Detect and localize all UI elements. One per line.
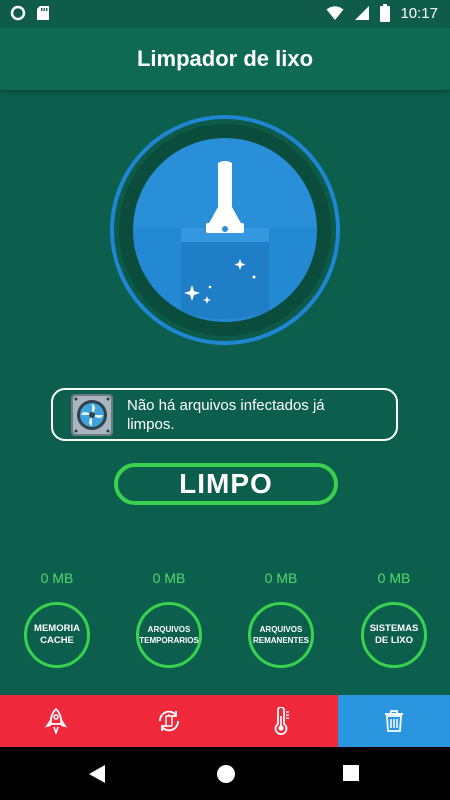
tab-booster[interactable] <box>0 695 113 747</box>
infection-status-box: Não há arquivos infectados já limpos. <box>51 388 398 441</box>
category-temporary-files[interactable]: 0 MB ARQUIVOS TEMPORARIOS <box>124 570 214 668</box>
tab-battery-saver[interactable] <box>112 695 225 747</box>
tab-junk-cleaner[interactable] <box>337 695 450 747</box>
sd-card-icon <box>37 6 49 20</box>
circle-notification-icon <box>10 5 26 21</box>
clean-status-button[interactable]: LIMPO <box>114 463 338 505</box>
category-label: SISTEMAS DE LIXO <box>361 602 427 668</box>
fan-icon <box>71 393 113 436</box>
category-cache-memory[interactable]: 0 MB MEMORIA CACHE <box>12 570 102 668</box>
rocket-icon <box>45 708 68 734</box>
category-size: 0 MB <box>377 570 411 586</box>
app-bar: Limpador de lixo <box>0 28 450 90</box>
battery-refresh-icon <box>158 710 179 732</box>
home-icon[interactable] <box>216 764 236 784</box>
category-size: 0 MB <box>152 570 186 586</box>
battery-icon <box>380 4 391 22</box>
tab-cpu-cooler[interactable] <box>225 695 338 747</box>
recent-apps-icon[interactable] <box>343 765 359 781</box>
category-label: ARQUIVOS TEMPORARIOS <box>136 602 202 668</box>
bottom-tab-bar <box>0 695 450 747</box>
signal-icon <box>355 6 370 20</box>
back-icon[interactable] <box>88 764 106 784</box>
wifi-icon <box>326 6 344 20</box>
category-size: 0 MB <box>40 570 74 586</box>
cleaner-illustration <box>110 115 340 345</box>
category-residual-files[interactable]: 0 MB ARQUIVOS REMANENTES <box>236 570 326 668</box>
status-bar: 10:17 <box>0 0 450 28</box>
trash-icon <box>384 710 403 732</box>
category-label: MEMORIA CACHE <box>24 602 90 668</box>
category-size: 0 MB <box>264 570 298 586</box>
info-message: Não há arquivos infectados já limpos. <box>127 396 325 433</box>
status-time: 10:17 <box>400 4 438 22</box>
page-title: Limpador de lixo <box>136 46 314 71</box>
thermometer-icon <box>274 707 290 735</box>
system-navigation-bar <box>0 747 450 800</box>
category-system-junk[interactable]: 0 MB SISTEMAS DE LIXO <box>349 570 439 668</box>
category-label: ARQUIVOS REMANENTES <box>248 602 314 668</box>
